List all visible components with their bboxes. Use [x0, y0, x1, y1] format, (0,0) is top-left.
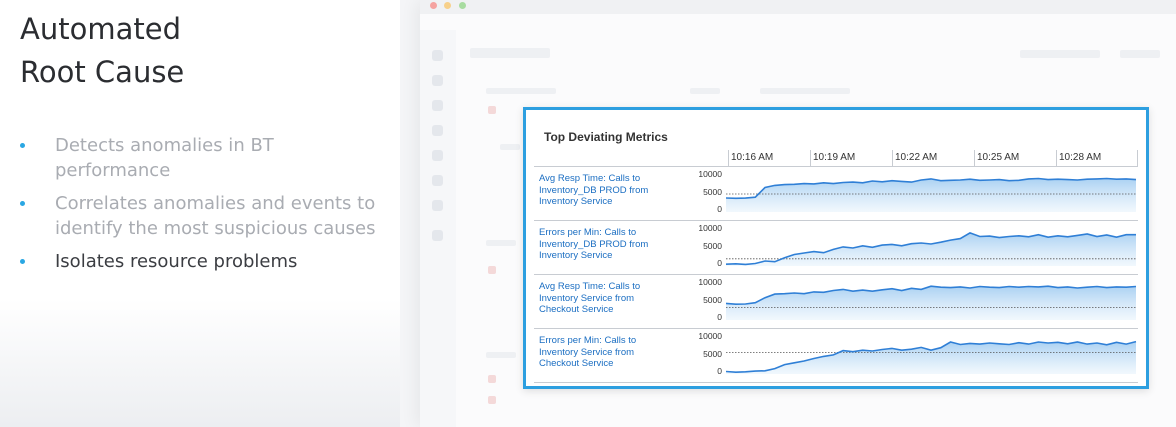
window-controls [430, 0, 469, 14]
sidebar-icon [432, 50, 443, 61]
time-tick-label: 10:22 AM [895, 152, 938, 163]
time-tick-label: 10:19 AM [813, 152, 856, 163]
faded-status-icon [488, 266, 496, 274]
bullet-item: Detects anomalies in BT performance [20, 133, 390, 183]
time-tick-separator [728, 150, 729, 166]
close-window-icon [430, 2, 437, 9]
sidebar-icon [432, 200, 443, 211]
y-tick-label: 0 [717, 312, 722, 322]
top-deviating-metrics-panel: Top Deviating Metrics 10:16 AM 10:19 AM 10… [523, 107, 1149, 389]
faded-text [760, 88, 850, 94]
faded-page-title [470, 48, 550, 58]
sidebar-icon [432, 125, 443, 136]
y-tick-label: 5000 [703, 295, 722, 305]
sidebar-icon [432, 75, 443, 86]
metric-row[interactable]: Errors per Min: Calls to Inventory_DB PR… [534, 220, 1138, 274]
y-tick-label: 5000 [703, 349, 722, 359]
bullet-text: Correlates anomalies and events to ident… [55, 193, 376, 239]
slide-text-panel: Automated Root Cause Detects anomalies i… [0, 0, 400, 427]
time-axis: 10:16 AM 10:19 AM 10:22 AM 10:25 AM 10:28 AM [728, 150, 1138, 166]
y-tick-label: 0 [717, 366, 722, 376]
metric-label-link[interactable]: Errors per Min: Calls to Inventory Servi… [539, 335, 669, 370]
maximize-window-icon [458, 2, 466, 9]
bullet-text: Isolates resource problems [55, 251, 298, 272]
faded-status-icon [488, 396, 496, 404]
panel-title: Top Deviating Metrics [544, 130, 668, 144]
minimize-window-icon [444, 2, 452, 9]
metric-area [726, 232, 1136, 266]
metric-area [726, 286, 1136, 320]
faded-toolbar [1020, 50, 1100, 58]
faded-text [690, 88, 720, 94]
metric-sparkline [726, 285, 1137, 320]
metric-area [726, 341, 1136, 374]
bullet-item: Correlates anomalies and events to ident… [20, 191, 390, 241]
metric-sparkline [726, 340, 1137, 374]
metric-sparkline [726, 232, 1136, 266]
app-sidebar [420, 30, 456, 427]
time-tick-label: 10:28 AM [1059, 152, 1102, 163]
metric-row[interactable]: Avg Resp Time: Calls to Inventory Servic… [534, 274, 1138, 328]
sidebar-icon [432, 150, 443, 161]
metric-row[interactable]: Avg Resp Time: Calls to Inventory_DB PRO… [534, 166, 1138, 220]
slide-title: Automated Root Cause [20, 8, 184, 94]
bullet-dot-icon [20, 259, 25, 264]
slide-title-line-2: Root Cause [20, 55, 185, 89]
metric-label-link[interactable]: Avg Resp Time: Calls to Inventory_DB PRO… [539, 173, 669, 208]
bullet-list: Detects anomalies in BT performance Corr… [20, 133, 390, 282]
faded-text [500, 144, 520, 150]
y-tick-label: 10000 [698, 277, 722, 287]
sidebar-icon [432, 175, 443, 186]
y-tick-label: 10000 [698, 169, 722, 179]
time-tick-label: 10:16 AM [731, 152, 774, 163]
slide-title-line-1: Automated [20, 12, 181, 46]
faded-text [486, 88, 556, 94]
y-tick-label: 10000 [698, 223, 722, 233]
y-tick-label: 0 [717, 204, 722, 214]
y-tick-label: 0 [717, 258, 722, 268]
metric-label-link[interactable]: Errors per Min: Calls to Inventory_DB PR… [539, 227, 669, 262]
y-tick-label: 5000 [703, 187, 722, 197]
y-tick-label: 5000 [703, 241, 722, 251]
faded-status-icon [488, 106, 496, 114]
y-tick-label: 10000 [698, 331, 722, 341]
faded-status-icon [488, 375, 496, 383]
faded-toolbar [1120, 50, 1160, 58]
time-tick-separator [974, 150, 975, 166]
metric-area [726, 178, 1136, 212]
faded-text [486, 240, 516, 246]
window-titlebar [420, 0, 1176, 14]
sidebar-icon [432, 100, 443, 111]
bullet-dot-icon [20, 143, 25, 148]
time-tick-separator [892, 150, 893, 166]
time-tick-separator [1056, 150, 1057, 166]
metric-sparkline [726, 177, 1137, 212]
metric-row[interactable]: Errors per Min: Calls to Inventory Servi… [534, 328, 1138, 383]
sidebar-icon [432, 230, 443, 241]
metric-label-link[interactable]: Avg Resp Time: Calls to Inventory Servic… [539, 281, 669, 316]
bullet-dot-icon [20, 201, 25, 206]
time-tick-separator [1137, 150, 1138, 166]
bullet-item-active: Isolates resource problems [20, 249, 390, 274]
bullet-text: Detects anomalies in BT performance [55, 135, 274, 181]
metrics-list: Avg Resp Time: Calls to Inventory_DB PRO… [534, 166, 1138, 383]
time-tick-separator [810, 150, 811, 166]
time-tick-label: 10:25 AM [977, 152, 1020, 163]
faded-text [486, 352, 516, 358]
